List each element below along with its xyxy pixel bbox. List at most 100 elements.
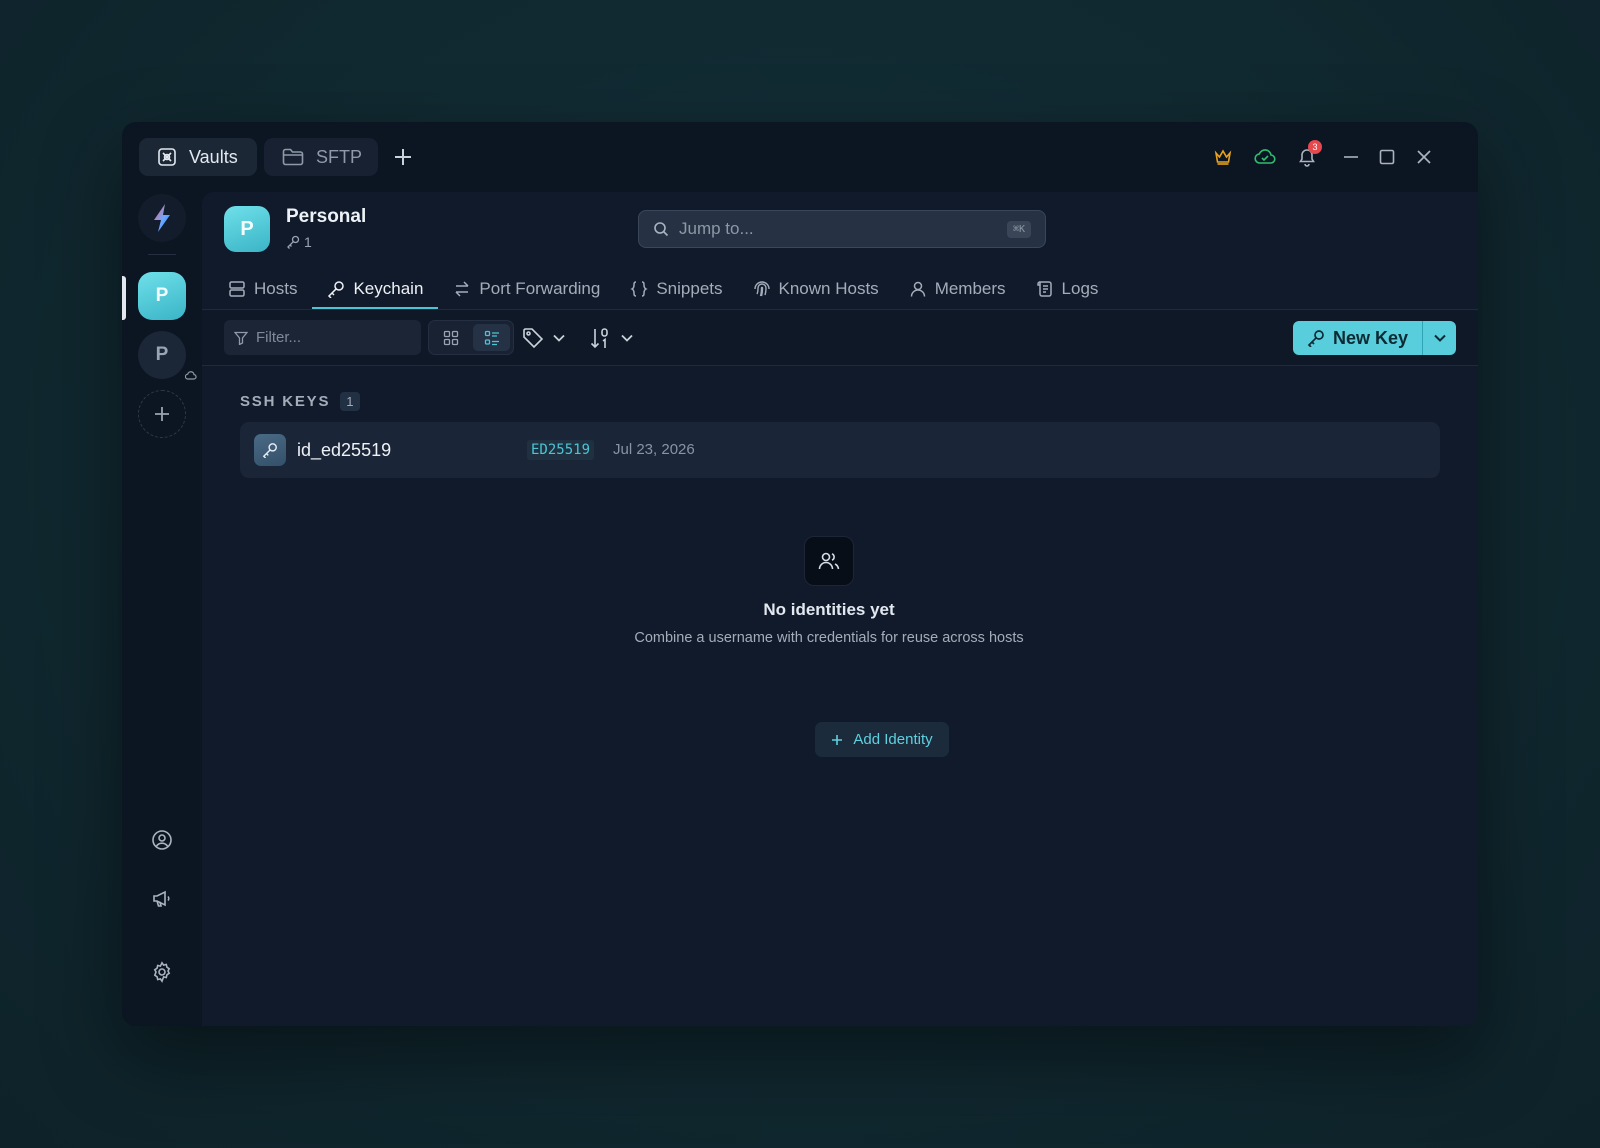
ssh-key-name: id_ed25519 — [297, 440, 392, 460]
plus-icon — [832, 734, 843, 745]
tab-hosts-label: Hosts — [254, 278, 298, 298]
ssh-key-row[interactable]: id_ed25519 ED25519 Jul 23, 2026 — [240, 422, 1440, 478]
tab-snippets-label: Snippets — [656, 278, 723, 298]
users-icon — [818, 552, 840, 570]
key-icon — [254, 434, 286, 466]
tab-known-hosts[interactable]: Known Hosts — [738, 268, 894, 309]
shortcut-hint: ⌘K — [1006, 220, 1031, 238]
list-icon — [484, 330, 499, 345]
filter-input[interactable] — [256, 329, 406, 346]
sort-dropdown[interactable] — [590, 324, 634, 352]
cloud-sync-icon — [1254, 149, 1276, 164]
search-input[interactable] — [679, 219, 997, 239]
tab-hosts[interactable]: Hosts — [224, 268, 312, 309]
key-icon — [328, 280, 345, 298]
close-icon — [1417, 150, 1431, 164]
ssh-keys-title: SSH KEYS — [240, 393, 331, 410]
announcements-button[interactable] — [150, 887, 174, 911]
filter-icon — [234, 331, 248, 345]
tab-keychain[interactable]: Keychain — [312, 268, 439, 309]
title-bar: Vaults SFTP 3 — [122, 122, 1478, 192]
upgrade-button[interactable] — [1210, 144, 1236, 170]
plus-icon — [155, 407, 169, 421]
tab-logs[interactable]: Logs — [1021, 268, 1114, 309]
tab-snippets[interactable]: Snippets — [615, 268, 737, 309]
account-button[interactable] — [150, 828, 174, 852]
tags-dropdown[interactable] — [522, 324, 566, 352]
minimize-icon — [1344, 156, 1358, 158]
tab-keychain-label: Keychain — [353, 278, 424, 298]
main-panel: P Personal 1 ⌘K Hosts Keychain Port Forw… — [202, 192, 1478, 1026]
user-circle-icon — [152, 830, 172, 850]
new-key-menu-button[interactable] — [1422, 321, 1456, 355]
filter-field[interactable] — [224, 320, 421, 355]
ssh-keys-count: 1 — [340, 392, 360, 411]
view-mode-toggle — [428, 320, 514, 355]
tab-port-forwarding[interactable]: Port Forwarding — [438, 268, 615, 309]
arrows-icon — [455, 280, 469, 297]
active-vault-indicator — [122, 276, 126, 320]
minimize-button[interactable] — [1338, 144, 1364, 170]
vault-avatar: P — [224, 206, 270, 252]
app-logo[interactable] — [138, 194, 186, 242]
key-icon — [1307, 330, 1324, 347]
keychain-toolbar: New Key — [202, 310, 1478, 366]
new-key-split-button: New Key — [1292, 321, 1456, 355]
close-button[interactable] — [1411, 144, 1437, 170]
vault-key-count-value: 1 — [304, 234, 312, 250]
settings-button[interactable] — [150, 960, 174, 984]
app-window: Vaults SFTP 3 P P P Personal 1 Jump to..… — [122, 122, 1478, 1026]
braces-icon — [630, 280, 649, 297]
list-view-button[interactable] — [473, 324, 510, 351]
vault-key-count: 1 — [286, 234, 312, 250]
ssh-key-type: ED25519 — [527, 440, 595, 460]
tab-sftp-label: SFTP — [316, 146, 363, 167]
vault-switch-secondary[interactable]: P — [138, 331, 186, 379]
tab-members-label: Members — [934, 278, 1006, 298]
megaphone-icon — [153, 890, 170, 907]
new-tab-button[interactable] — [390, 144, 416, 170]
add-identity-button[interactable]: Add Identity — [815, 722, 949, 757]
chevron-down-icon — [621, 334, 633, 342]
user-icon — [910, 281, 925, 297]
lightning-logo-icon — [154, 204, 170, 232]
identities-empty-description: Combine a username with credentials for … — [634, 630, 1024, 646]
tab-vaults-label: Vaults — [189, 146, 238, 167]
notifications-button[interactable]: 3 — [1294, 140, 1322, 170]
chevron-down-icon — [1433, 334, 1446, 342]
add-identity-label: Add Identity — [853, 731, 933, 748]
rail-divider — [148, 254, 176, 255]
vault-icon — [158, 148, 176, 166]
tab-sftp[interactable]: SFTP — [264, 138, 378, 176]
hosts-icon — [229, 280, 245, 297]
grid-view-button[interactable] — [432, 324, 469, 351]
tab-known-hosts-label: Known Hosts — [778, 278, 879, 298]
sync-button[interactable] — [1252, 144, 1278, 170]
tag-icon — [523, 328, 544, 349]
maximize-button[interactable] — [1374, 144, 1400, 170]
vault-switch-personal[interactable]: P — [138, 272, 186, 320]
tab-members[interactable]: Members — [894, 268, 1021, 309]
gear-icon — [153, 961, 171, 983]
ssh-key-date: Jul 23, 2026 — [613, 441, 695, 458]
maximize-icon — [1379, 149, 1395, 165]
jump-to-search[interactable]: ⌘K — [638, 210, 1046, 248]
tab-logs-label: Logs — [1061, 278, 1099, 298]
new-key-label: New Key — [1332, 327, 1408, 348]
plus-icon — [395, 149, 411, 165]
vault-rail: P P — [122, 192, 202, 1026]
scroll-icon — [1036, 280, 1052, 297]
folder-icon — [282, 148, 304, 166]
new-key-button[interactable]: New Key — [1293, 321, 1422, 355]
grid-icon — [443, 330, 458, 345]
identities-empty-icon — [804, 536, 854, 586]
tab-port-forwarding-label: Port Forwarding — [479, 278, 601, 298]
notification-badge: 3 — [1308, 140, 1322, 154]
add-vault-button[interactable] — [138, 390, 186, 438]
chevron-down-icon — [553, 334, 565, 342]
ssh-keys-header: SSH KEYS 1 — [240, 392, 360, 411]
tab-vaults[interactable]: Vaults — [139, 138, 257, 176]
cloud-icon — [184, 367, 197, 385]
crown-icon — [1214, 149, 1232, 165]
fingerprint-icon — [753, 280, 770, 296]
